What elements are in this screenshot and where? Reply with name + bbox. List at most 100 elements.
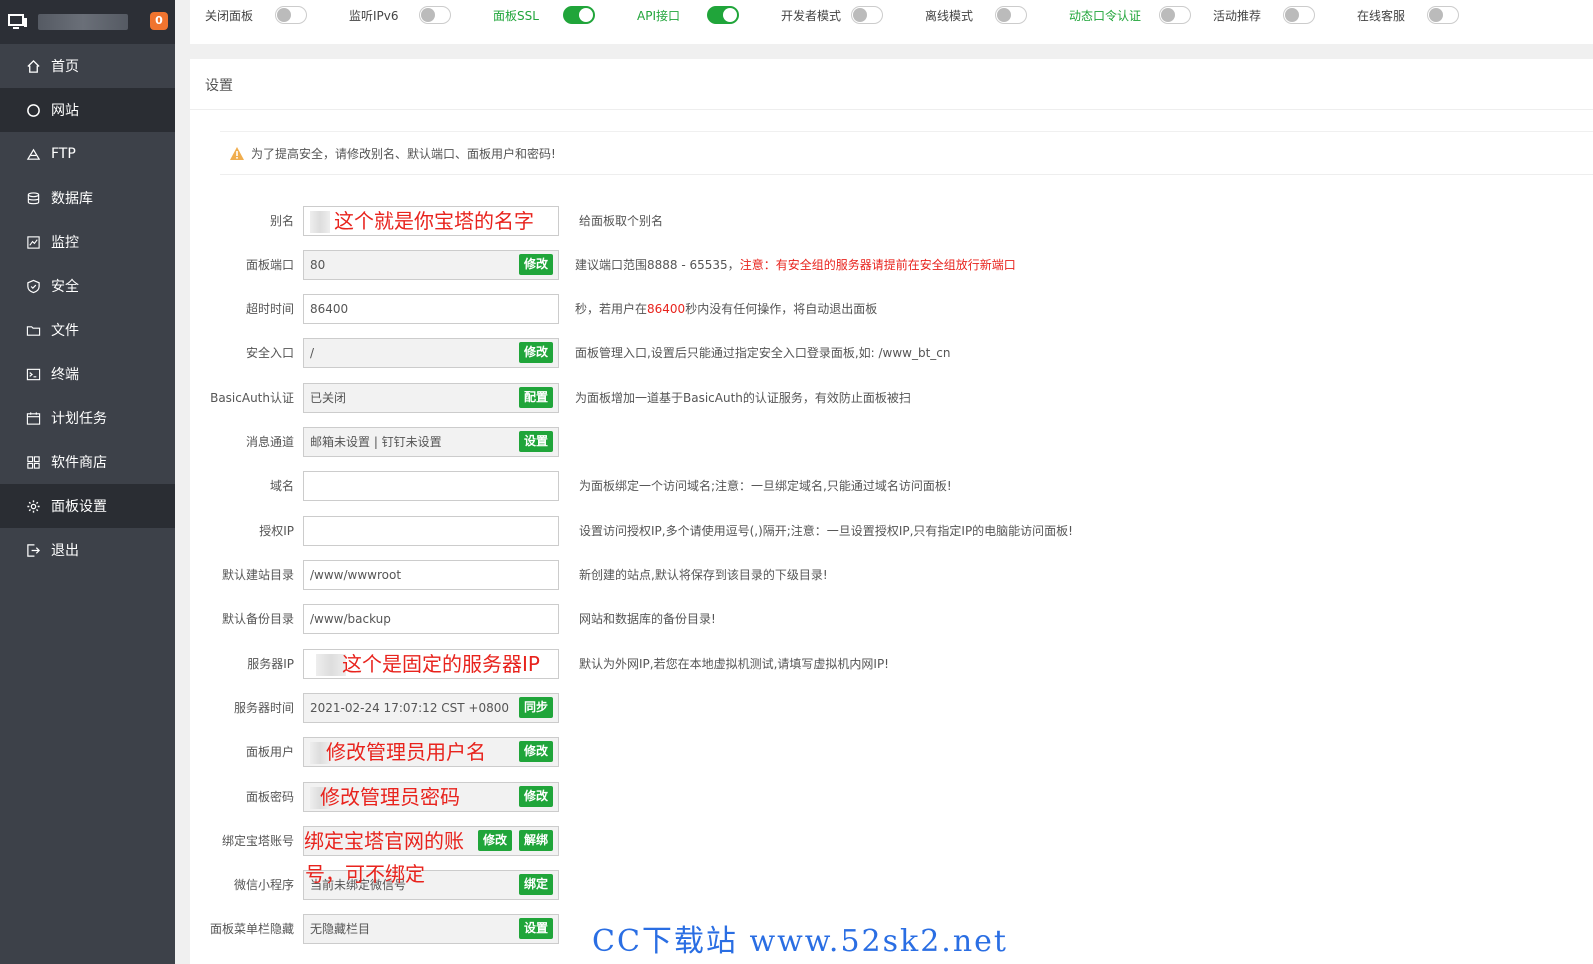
authip-input[interactable] — [303, 516, 559, 546]
globe-icon — [25, 102, 41, 118]
toggle-knob — [1429, 8, 1443, 22]
toggle-label: API接口 — [637, 8, 680, 23]
password-edit-button[interactable]: 修改 — [519, 786, 554, 807]
sidebar-item-5[interactable]: 安全 — [0, 264, 175, 308]
backupdir-label: 默认备份目录 — [221, 612, 294, 626]
main-content: 关闭面板 监听IPv6 面板SSL API接口 开发者模式 离线模式 动态口令认证 活动推荐 在… — [190, 0, 1593, 964]
toggle-0: 关闭面板 — [205, 0, 307, 30]
bind-annotation-line2: 号，可不绑定 — [305, 862, 425, 886]
toggle-knob — [997, 8, 1011, 22]
user-edit-button[interactable]: 修改 — [519, 741, 554, 762]
serverip-input[interactable]: 这个是固定的服务器IP — [303, 649, 559, 679]
monitor-chart-icon — [25, 234, 41, 250]
domain-desc: 为面板绑定一个访问域名;注意：一旦绑定域名,只能通过域名访问面板! — [579, 479, 952, 493]
sidebar-item-2[interactable]: FTP — [0, 132, 175, 176]
sidebar-item-1[interactable]: 网站 — [0, 88, 175, 132]
sidebar-item-label: 数据库 — [51, 191, 93, 207]
sidebar-item-0[interactable]: 首页 — [0, 44, 175, 88]
password-annotation: 修改管理员密码 — [320, 785, 460, 809]
row-entry: 安全入口 / 修改 面板管理入口,设置后只能通过指定安全入口登录面板,如: /w… — [190, 338, 1593, 370]
basicauth-desc: 为面板增加一道基于BasicAuth的认证服务，有效防止面板被扫 — [575, 391, 911, 405]
timeout-desc-b: 秒内没有任何操作，将自动退出面板 — [685, 302, 878, 316]
backupdir-input[interactable]: /www/backup — [303, 604, 559, 634]
row-backupdir: 默认备份目录 /www/backup 网站和数据库的备份目录! — [190, 604, 1593, 636]
menuhide-set-button[interactable]: 设置 — [519, 918, 554, 939]
toggle-switch[interactable] — [707, 6, 739, 24]
panel-title: 设置 — [190, 59, 1593, 110]
sidebar-item-10[interactable]: 面板设置 — [0, 484, 175, 528]
toggle-label: 关闭面板 — [205, 8, 254, 23]
toggle-2: 面板SSL — [493, 0, 595, 30]
row-domain: 域名 为面板绑定一个访问域名;注意：一旦绑定域名,只能通过域名访问面板! — [190, 471, 1593, 503]
sidebar-item-3[interactable]: 数据库 — [0, 176, 175, 220]
warning-icon — [230, 146, 244, 160]
toggle-switch[interactable] — [1159, 6, 1191, 24]
sitedir-desc: 新创建的站点,默认将保存到该目录的下级目录! — [579, 568, 828, 582]
serverip-desc: 默认为外网IP,若您在本地虚拟机测试,请填写虚拟机内网IP! — [579, 657, 889, 671]
toggle-switch[interactable] — [995, 6, 1027, 24]
sidebar-item-6[interactable]: 文件 — [0, 308, 175, 352]
row-basicauth: BasicAuth认证 已关闭 配置 为面板增加一道基于BasicAuth的认证… — [190, 383, 1593, 415]
toggle-label: 在线客服 — [1357, 8, 1406, 23]
bind-annotation: 绑定宝塔官网的账 — [304, 829, 464, 853]
shield-icon — [25, 278, 41, 294]
serverip-annotation: 这个是固定的服务器IP — [342, 652, 540, 676]
toggle-label: 活动推荐 — [1213, 8, 1262, 23]
wechat-bind-button[interactable]: 绑定 — [519, 874, 554, 895]
basicauth-config-button[interactable]: 配置 — [519, 387, 554, 408]
toggle-4: 开发者模式 — [781, 0, 883, 30]
sidebar-item-7[interactable]: 终端 — [0, 352, 175, 396]
row-bind: 绑定宝塔账号 绑定宝塔官网的账 修改 解绑 — [190, 826, 1593, 858]
sidebar-item-11[interactable]: 退出 — [0, 528, 175, 572]
toggle-bar: 关闭面板 监听IPv6 面板SSL API接口 开发者模式 离线模式 动态口令认证 活动推荐 在… — [190, 0, 1593, 44]
blurred-value — [310, 210, 330, 233]
sidebar: 0 首页网站 FTP 数据库监控 安全 文件终端计划任务 软件商店 面板设置 退出 — [0, 0, 175, 964]
port-edit-button[interactable]: 修改 — [519, 254, 554, 275]
toggle-7: 活动推荐 — [1213, 0, 1315, 30]
toggle-switch[interactable] — [1283, 6, 1315, 24]
toggle-knob — [579, 8, 593, 22]
toggle-switch[interactable] — [563, 6, 595, 24]
toggle-knob — [277, 8, 291, 22]
sync-time-button[interactable]: 同步 — [519, 697, 554, 718]
bind-edit-button[interactable]: 修改 — [478, 830, 513, 851]
logout-icon — [25, 542, 41, 558]
sidebar-item-label: 终端 — [51, 367, 79, 383]
message-set-button[interactable]: 设置 — [519, 431, 554, 452]
sidebar-item-9[interactable]: 软件商店 — [0, 440, 175, 484]
toggle-label: 面板SSL — [493, 8, 539, 23]
sitedir-label: 默认建站目录 — [221, 568, 294, 582]
sidebar-item-8[interactable]: 计划任务 — [0, 396, 175, 440]
timeout-desc-value: 86400 — [647, 302, 686, 316]
entry-label: 安全入口 — [245, 346, 294, 360]
toggle-switch[interactable] — [851, 6, 883, 24]
toggle-switch[interactable] — [1427, 6, 1459, 24]
sidebar-item-label: 网站 — [51, 103, 79, 119]
row-message: 消息通道 邮箱未设置 | 钉钉未设置 设置 — [190, 427, 1593, 459]
toggle-switch[interactable] — [275, 6, 307, 24]
servertime-label: 服务器时间 — [233, 701, 294, 715]
watermark: CC下载站 www.52sk2.net — [592, 924, 1008, 959]
timeout-input[interactable]: 86400 — [303, 294, 559, 324]
alias-input[interactable]: 这个就是你宝塔的名字 — [303, 206, 559, 236]
domain-input[interactable] — [303, 471, 559, 501]
message-label: 消息通道 — [245, 435, 294, 449]
toggle-switch[interactable] — [419, 6, 451, 24]
calendar-icon — [25, 410, 41, 426]
toggle-knob — [853, 8, 867, 22]
entry-edit-button[interactable]: 修改 — [519, 342, 554, 363]
row-port: 面板端口 80 修改 建议端口范围8888 - 65535，注意：有安全组的服务… — [190, 250, 1593, 282]
row-timeout: 超时时间 86400 秒，若用户在86400秒内没有任何操作，将自动退出面板 — [190, 294, 1593, 326]
user-label: 面板用户 — [245, 745, 294, 759]
toggle-knob — [421, 8, 435, 22]
sitedir-input[interactable]: /www/wwwroot — [303, 560, 559, 590]
toggle-knob — [1285, 8, 1299, 22]
sidebar-item-4[interactable]: 监控 — [0, 220, 175, 264]
unbind-button[interactable]: 解绑 — [519, 830, 554, 851]
authip-label: 授权IP — [259, 524, 294, 538]
row-servertime: 服务器时间 2021-02-24 17:07:12 CST +0800 同步 — [190, 693, 1593, 725]
row-password: 面板密码 修改管理员密码 修改 — [190, 782, 1593, 814]
serverip-label: 服务器IP — [247, 657, 294, 671]
notification-badge[interactable]: 0 — [150, 12, 168, 30]
port-label: 面板端口 — [245, 258, 294, 272]
